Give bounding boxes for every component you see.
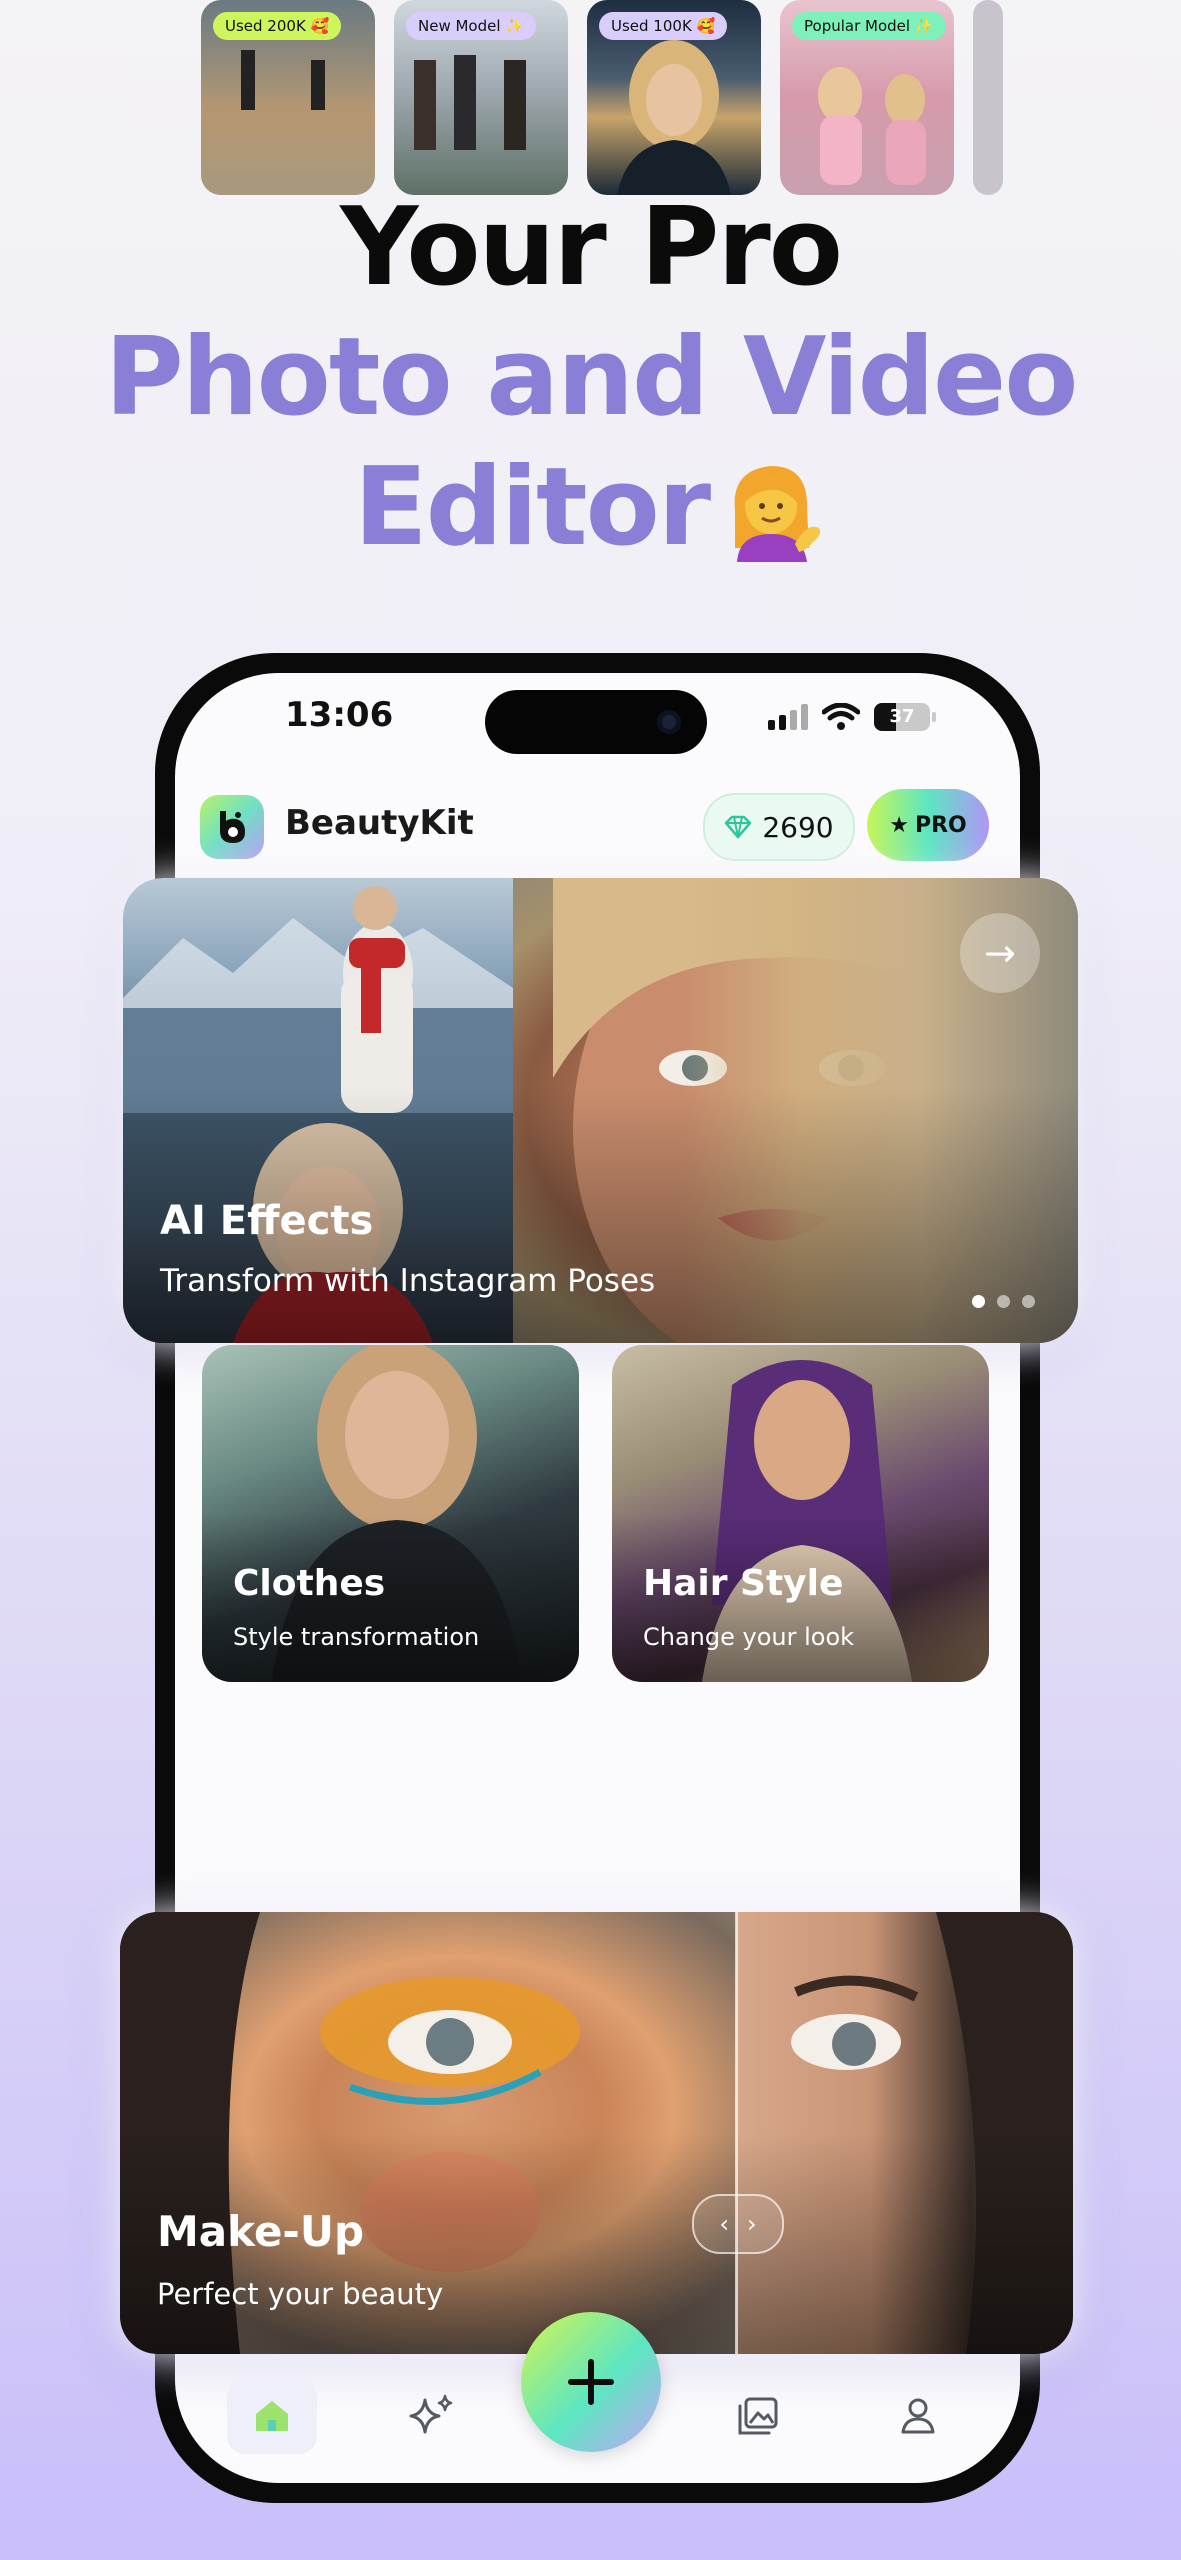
gallery-icon [738, 2397, 778, 2435]
model-card[interactable]: New Model ✨ [394, 0, 568, 195]
headline-line-2: Photo and Video [104, 315, 1079, 440]
camera-icon [657, 710, 681, 734]
status-icons: 37 [768, 700, 936, 734]
arrow-right-icon[interactable]: → [960, 913, 1040, 993]
clothes-title: Clothes [233, 1563, 386, 1604]
clothes-subtitle: Style transformation [233, 1623, 480, 1651]
model-tag: Used 200K 🥰 [213, 12, 342, 40]
diamond-icon [725, 815, 752, 839]
dynamic-island [485, 690, 707, 754]
plus-icon [568, 2359, 614, 2405]
make-up-subtitle: Perfect your beauty [157, 2277, 444, 2311]
ai-effects-card[interactable]: AI Effects Transform with Instagram Pose… [123, 878, 1078, 1343]
headline-line-3: Editor [0, 445, 1181, 570]
signal-icon [768, 704, 808, 730]
headline-line-3-text: Editor [353, 445, 711, 570]
pro-button[interactable]: ★ PRO [867, 789, 989, 861]
compare-handle[interactable]: ‹ › [692, 2194, 784, 2254]
star-icon: ★ [889, 812, 909, 838]
wifi-icon [822, 703, 860, 730]
app-name: BeautyKit [285, 803, 474, 843]
gems-value: 2690 [762, 810, 834, 844]
gems-counter[interactable]: 2690 [703, 793, 855, 861]
model-tag: New Model ✨ [406, 12, 536, 40]
carousel-dot[interactable] [997, 1295, 1010, 1308]
status-time: 13:06 [285, 695, 394, 735]
pro-label: PRO [914, 812, 967, 838]
model-tag: Popular Model ✨ [792, 12, 946, 40]
ai-effects-subtitle: Transform with Instagram Poses [160, 1263, 656, 1299]
battery-level: 37 [889, 706, 915, 727]
tab-profile[interactable] [873, 2378, 963, 2454]
app-logo [200, 795, 264, 859]
battery-icon: 37 [874, 703, 936, 731]
make-up-card[interactable]: ‹ › Make-Up Perfect your beauty [120, 1912, 1073, 2354]
model-card[interactable]: Popular Model ✨ [780, 0, 954, 195]
chevron-left-icon: ‹ [719, 2210, 729, 2238]
model-card[interactable]: Used 100K 🥰 [587, 0, 761, 195]
woman-tipping-hand-emoji [717, 452, 827, 562]
user-icon [901, 2398, 935, 2434]
model-card[interactable] [973, 0, 1003, 195]
carousel-dot[interactable] [972, 1295, 985, 1308]
headline-line-1: Your Pro [340, 185, 843, 310]
hair-style-card[interactable]: Hair Style Change your look [612, 1345, 989, 1682]
tab-ai-effects[interactable] [387, 2378, 477, 2454]
chevron-right-icon: › [747, 2210, 757, 2238]
make-up-title: Make-Up [157, 2207, 365, 2256]
compare-divider[interactable] [735, 1912, 738, 2354]
model-tag: Used 100K 🥰 [599, 12, 728, 40]
hair-style-title: Hair Style [643, 1563, 844, 1604]
carousel-dots [972, 1295, 1035, 1308]
sparkles-icon [409, 2394, 453, 2434]
model-card[interactable]: Used 200K 🥰 [201, 0, 375, 195]
add-button[interactable] [521, 2312, 661, 2452]
tab-home[interactable] [227, 2378, 317, 2454]
ai-effects-title: AI Effects [160, 1198, 374, 1244]
carousel-dot[interactable] [1022, 1295, 1035, 1308]
clothes-card[interactable]: Clothes Style transformation [202, 1345, 579, 1682]
tab-gallery[interactable] [713, 2378, 803, 2454]
home-icon [256, 2401, 288, 2431]
hair-style-subtitle: Change your look [643, 1623, 855, 1651]
